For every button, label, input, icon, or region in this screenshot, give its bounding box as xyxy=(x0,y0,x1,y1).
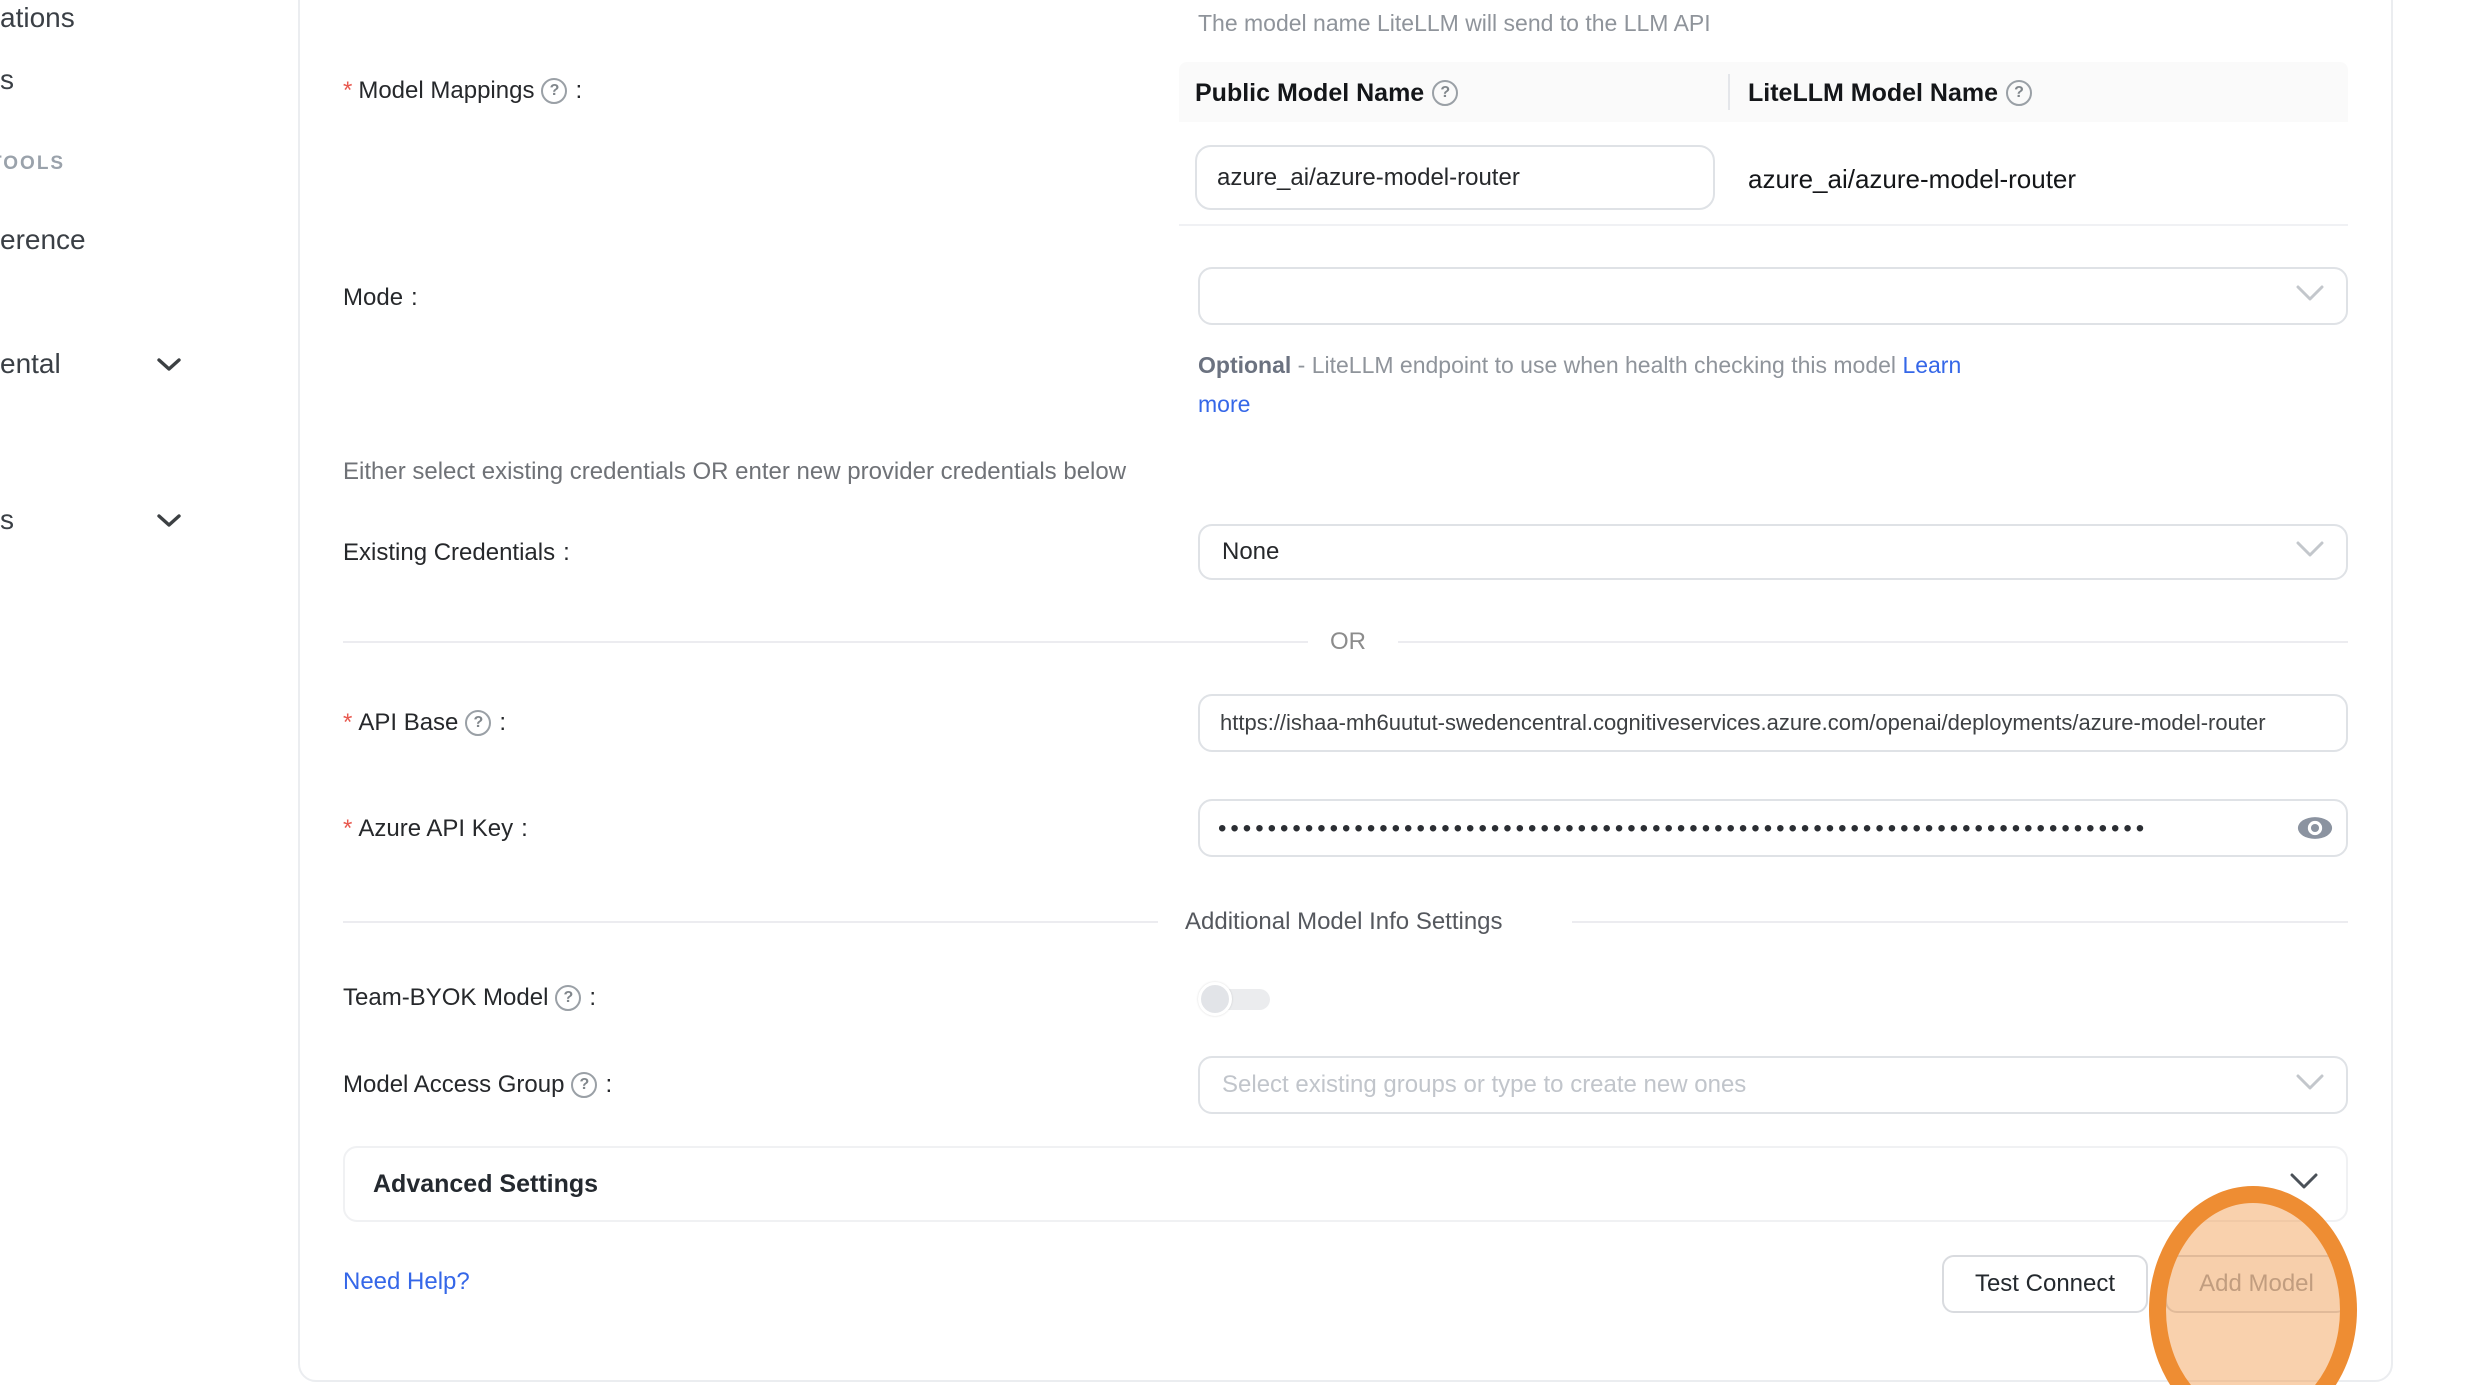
mode-label: Mode xyxy=(343,286,403,310)
litellm-model-name-value: azure_ai/azure-model-router xyxy=(1748,166,2076,192)
need-help-link[interactable]: Need Help? xyxy=(343,1270,470,1294)
sidebar-item-settings[interactable]: s xyxy=(0,506,14,534)
sidebar: ations s TOOLS erence ental s xyxy=(0,0,298,1385)
divider-line xyxy=(1398,641,2348,643)
divider-line xyxy=(343,641,1308,643)
public-model-name-header: Public Model Name ? xyxy=(1195,80,1458,106)
team-byok-label-row: Team-BYOK Model ? : xyxy=(343,985,596,1011)
divider-line xyxy=(1572,921,2348,923)
table-row-divider xyxy=(1179,224,2348,226)
existing-credentials-label-row: Existing Credentials : xyxy=(343,541,570,565)
chevron-down-icon[interactable] xyxy=(157,514,181,533)
credentials-heading: Either select existing credentials OR en… xyxy=(343,460,1126,484)
api-base-label: API Base xyxy=(358,711,458,735)
existing-credentials-label: Existing Credentials xyxy=(343,541,555,565)
azure-api-key-label-row: * Azure API Key : xyxy=(343,817,528,841)
toggle-knob xyxy=(1198,982,1232,1016)
chevron-down-icon[interactable] xyxy=(157,358,181,377)
divider-line xyxy=(343,921,1158,923)
team-byok-toggle[interactable] xyxy=(1198,982,1270,1016)
team-byok-label: Team-BYOK Model xyxy=(343,986,548,1010)
help-icon[interactable]: ? xyxy=(571,1072,597,1098)
api-base-input[interactable] xyxy=(1198,694,2348,752)
required-asterisk: * xyxy=(343,79,352,103)
chevron-down-icon xyxy=(2290,1173,2318,1195)
model-access-group-placeholder: Select existing groups or type to create… xyxy=(1222,1071,1746,1099)
model-mappings-label-row: * Model Mappings ? : xyxy=(343,78,582,104)
api-base-label-row: * API Base ? : xyxy=(343,710,506,736)
sidebar-item-api-reference[interactable]: erence xyxy=(0,226,86,254)
sidebar-item-experimental[interactable]: ental xyxy=(0,350,61,378)
additional-settings-divider-text: Additional Model Info Settings xyxy=(1185,910,1503,934)
test-connect-button[interactable]: Test Connect xyxy=(1942,1255,2148,1313)
add-model-page: ations s TOOLS erence ental s The model … xyxy=(0,0,2477,1385)
help-icon[interactable]: ? xyxy=(555,985,581,1011)
chevron-down-icon xyxy=(2296,285,2324,307)
azure-api-key-label: Azure API Key xyxy=(358,817,513,841)
advanced-settings-label: Advanced Settings xyxy=(373,1170,598,1199)
existing-credentials-value: None xyxy=(1222,538,1279,566)
advanced-settings-panel[interactable]: Advanced Settings xyxy=(343,1146,2348,1222)
model-access-group-label-row: Model Access Group ? : xyxy=(343,1072,612,1098)
or-divider-text: OR xyxy=(1330,630,1366,654)
chevron-down-icon xyxy=(2296,541,2324,563)
eye-icon[interactable] xyxy=(2296,814,2334,847)
required-asterisk: * xyxy=(343,817,352,841)
model-mappings-label: Model Mappings xyxy=(358,79,534,103)
help-icon[interactable]: ? xyxy=(541,78,567,104)
learn-more-link[interactable]: Learn xyxy=(1902,352,1961,378)
help-icon[interactable]: ? xyxy=(2006,80,2032,106)
sidebar-item-guardrails[interactable]: s xyxy=(0,66,14,94)
learn-more-link[interactable]: more xyxy=(1198,391,1250,417)
mode-label-row: Mode : xyxy=(343,286,418,310)
chevron-down-icon xyxy=(2296,1074,2324,1096)
azure-api-key-masked-value: ••••••••••••••••••••••••••••••••••••••••… xyxy=(1218,812,2280,846)
sidebar-section-tools: TOOLS xyxy=(0,154,65,173)
column-separator xyxy=(1728,74,1730,110)
sidebar-item-organizations[interactable]: ations xyxy=(0,4,75,32)
public-model-name-input[interactable] xyxy=(1195,145,1715,210)
existing-credentials-select[interactable]: None xyxy=(1198,524,2348,580)
mode-select[interactable] xyxy=(1198,267,2348,325)
model-access-group-label: Model Access Group xyxy=(343,1073,564,1097)
model-access-group-select[interactable]: Select existing groups or type to create… xyxy=(1198,1056,2348,1114)
help-icon[interactable]: ? xyxy=(1432,80,1458,106)
mode-helper-note: Optional - LiteLLM endpoint to use when … xyxy=(1198,346,1961,424)
litellm-model-name-header: LiteLLM Model Name ? xyxy=(1748,80,2032,106)
model-name-note: The model name LiteLLM will send to the … xyxy=(1198,8,1711,39)
help-icon[interactable]: ? xyxy=(465,710,491,736)
required-asterisk: * xyxy=(343,711,352,735)
